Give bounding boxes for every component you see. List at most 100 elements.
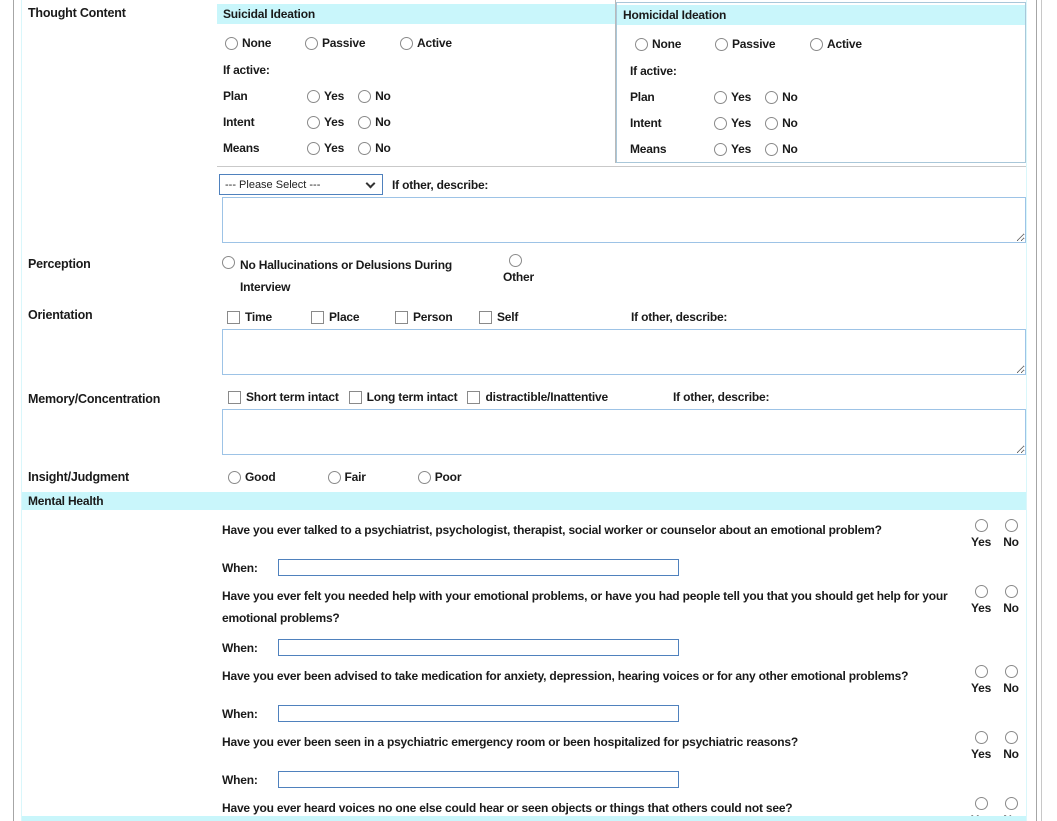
mh-question-1-text: Have you ever talked to a psychiatrist, … (222, 519, 962, 541)
mh-question-1: Have you ever talked to a psychiatrist, … (222, 519, 1026, 549)
memory-row: Memory/Concentration Short term intact L… (22, 376, 1026, 455)
homicidal-intent-label: Intent (630, 116, 714, 130)
mh-q3-yes-radio[interactable] (975, 665, 988, 678)
mh-when-1-input[interactable] (278, 559, 679, 576)
mh-question-4-text: Have you ever been seen in a psychiatric… (222, 731, 962, 753)
yes-label: Yes (324, 141, 344, 155)
memory-short-term-checkbox[interactable] (228, 391, 241, 404)
perception-options: No Hallucinations or Delusions During In… (217, 254, 1026, 298)
insight-good-radio[interactable] (228, 471, 241, 484)
memory-short-term-label: Short term intact (246, 390, 339, 404)
suicidal-means-label: Means (223, 141, 307, 155)
yes-label: Yes (971, 747, 991, 761)
suicidal-intent-no-radio[interactable] (358, 116, 371, 129)
mh-q3-no-radio[interactable] (1005, 665, 1018, 678)
thought-content-row: Thought Content Suicidal Ideation None P… (22, 0, 1026, 163)
thought-content-select[interactable]: --- Please Select --- (219, 174, 383, 195)
yes-label: Yes (324, 89, 344, 103)
mh-question-2-text: Have you ever felt you needed help with … (222, 585, 962, 629)
thought-other-textarea[interactable] (222, 197, 1026, 243)
homicidal-none-radio[interactable] (635, 38, 648, 51)
mh-q5-no-radio[interactable] (1005, 797, 1018, 810)
orientation-textarea[interactable] (222, 329, 1026, 375)
suicidal-plan-yes-radio[interactable] (307, 90, 320, 103)
mh-question-4-yesno: Yes No (968, 731, 1024, 761)
homicidal-plan-no-radio[interactable] (765, 91, 778, 104)
thought-other-content: --- Please Select --- If other, describe… (217, 163, 1026, 243)
memory-distractible-checkbox[interactable] (467, 391, 480, 404)
orientation-row: Orientation Time Place Person Self If ot… (22, 302, 1026, 375)
suicidal-none-radio[interactable] (225, 37, 238, 50)
thought-dropdown-row: --- Please Select --- If other, describe… (219, 174, 1026, 195)
mh-q1-yes-radio[interactable] (975, 519, 988, 532)
window-right-border (1036, 0, 1037, 821)
suicidal-plan-no-radio[interactable] (358, 90, 371, 103)
select-value: --- Please Select --- (225, 179, 367, 191)
homicidal-plan-yes-radio[interactable] (714, 91, 727, 104)
insight-poor-label: Poor (435, 470, 462, 484)
homicidal-plan-row: Plan Yes No (630, 90, 1025, 104)
suicidal-intent-yes-radio[interactable] (307, 116, 320, 129)
orientation-place-checkbox[interactable] (311, 311, 324, 324)
perception-no-hallucinations-radio[interactable] (222, 256, 235, 269)
suicidal-plan-row: Plan Yes No (223, 89, 615, 103)
homicidal-intent-no-radio[interactable] (765, 117, 778, 130)
mh-when-2-input[interactable] (278, 639, 679, 656)
no-label: No (1003, 681, 1019, 695)
homicidal-means-yes-radio[interactable] (714, 143, 727, 156)
window-right-edge (1041, 0, 1042, 821)
homicidal-passive-radio[interactable] (715, 38, 728, 51)
mh-q2-no-radio[interactable] (1005, 585, 1018, 598)
mental-health-questions: Have you ever talked to a psychiatrist, … (22, 519, 1026, 821)
memory-long-term-checkbox[interactable] (349, 391, 362, 404)
insight-poor-radio[interactable] (418, 471, 431, 484)
insight-content: Good Fair Poor (217, 455, 1026, 484)
suicidal-means-no-radio[interactable] (358, 142, 371, 155)
thought-content-label: Thought Content (22, 0, 217, 163)
mh-q4-no-radio[interactable] (1005, 731, 1018, 744)
thought-content-panels-wrap: Suicidal Ideation None Passive Active If… (217, 0, 1026, 163)
yes-label: Yes (324, 115, 344, 129)
thought-other-row: --- Please Select --- If other, describe… (22, 163, 1026, 243)
when-label: When: (222, 707, 278, 721)
perception-other-radio[interactable] (509, 254, 522, 267)
orientation-time-checkbox[interactable] (227, 311, 240, 324)
homicidal-ideation-panel: Homicidal Ideation None Passive Active I… (616, 2, 1026, 163)
orientation-if-other-label: If other, describe: (631, 310, 727, 324)
perception-row: Perception No Hallucinations or Delusion… (22, 251, 1026, 298)
mh-q5-yes-radio[interactable] (975, 797, 988, 810)
insight-good-label: Good (245, 470, 276, 484)
homicidal-active-radio[interactable] (810, 38, 823, 51)
yes-label: Yes (971, 535, 991, 549)
suicidal-plan-label: Plan (223, 89, 307, 103)
mh-when-4-input[interactable] (278, 771, 679, 788)
suicidal-none-label: None (242, 36, 271, 50)
perception-other-label: Other (503, 270, 534, 284)
suicidal-intent-label: Intent (223, 115, 307, 129)
homicidal-active-label: Active (827, 37, 862, 51)
orientation-person-checkbox[interactable] (395, 311, 408, 324)
yes-label: Yes (731, 142, 751, 156)
memory-textarea[interactable] (222, 409, 1026, 455)
homicidal-intent-yes-radio[interactable] (714, 117, 727, 130)
yes-label: Yes (731, 116, 751, 130)
orientation-content: Time Place Person Self If other, describ… (217, 302, 1026, 375)
mh-q4-yes-radio[interactable] (975, 731, 988, 744)
memory-checkboxes: Short term intact Long term intact distr… (228, 390, 1026, 404)
ideation-panels: Suicidal Ideation None Passive Active If… (217, 0, 1026, 163)
insight-row: Insight/Judgment Good Fair Poor (22, 455, 1026, 484)
suicidal-passive-radio[interactable] (305, 37, 318, 50)
insight-fair-radio[interactable] (328, 471, 341, 484)
homicidal-means-label: Means (630, 142, 714, 156)
mh-q2-yes-radio[interactable] (975, 585, 988, 598)
mh-q1-no-radio[interactable] (1005, 519, 1018, 532)
mh-when-3-input[interactable] (278, 705, 679, 722)
suicidal-means-yes-radio[interactable] (307, 142, 320, 155)
mh-when-1-row: When: (222, 559, 1026, 576)
orientation-self-checkbox[interactable] (479, 311, 492, 324)
homicidal-means-no-radio[interactable] (765, 143, 778, 156)
no-label: No (782, 90, 798, 104)
homicidal-none-label: None (652, 37, 681, 51)
suicidal-if-active-label: If active: (223, 63, 615, 77)
suicidal-active-radio[interactable] (400, 37, 413, 50)
